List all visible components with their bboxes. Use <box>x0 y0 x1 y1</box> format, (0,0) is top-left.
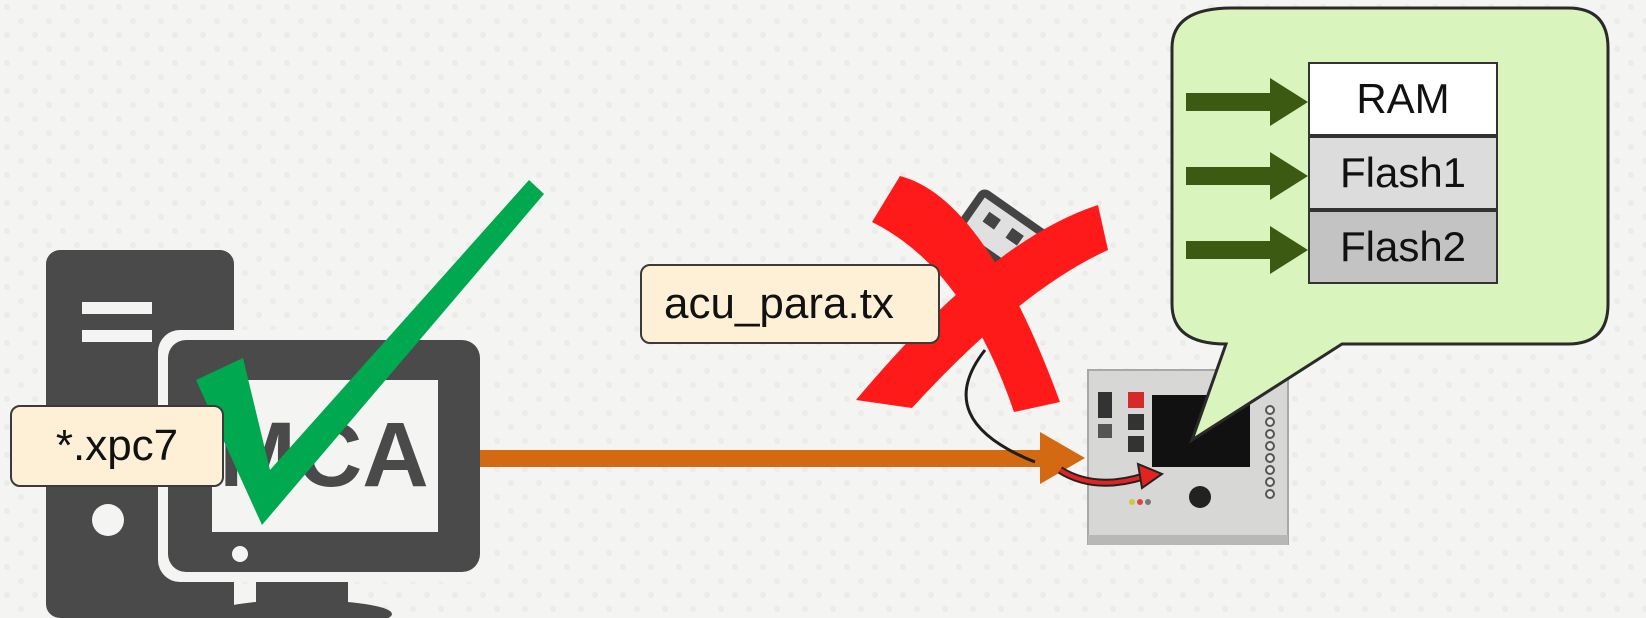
memory-flash1: Flash1 <box>1308 136 1498 210</box>
memory-input-arrows <box>1186 78 1308 274</box>
source-file-label: *.xpc7 <box>10 405 224 487</box>
param-file-label: acu_para.tx <box>640 264 940 344</box>
memory-flash2: Flash2 <box>1308 210 1498 284</box>
memory-ram: RAM <box>1308 62 1498 136</box>
